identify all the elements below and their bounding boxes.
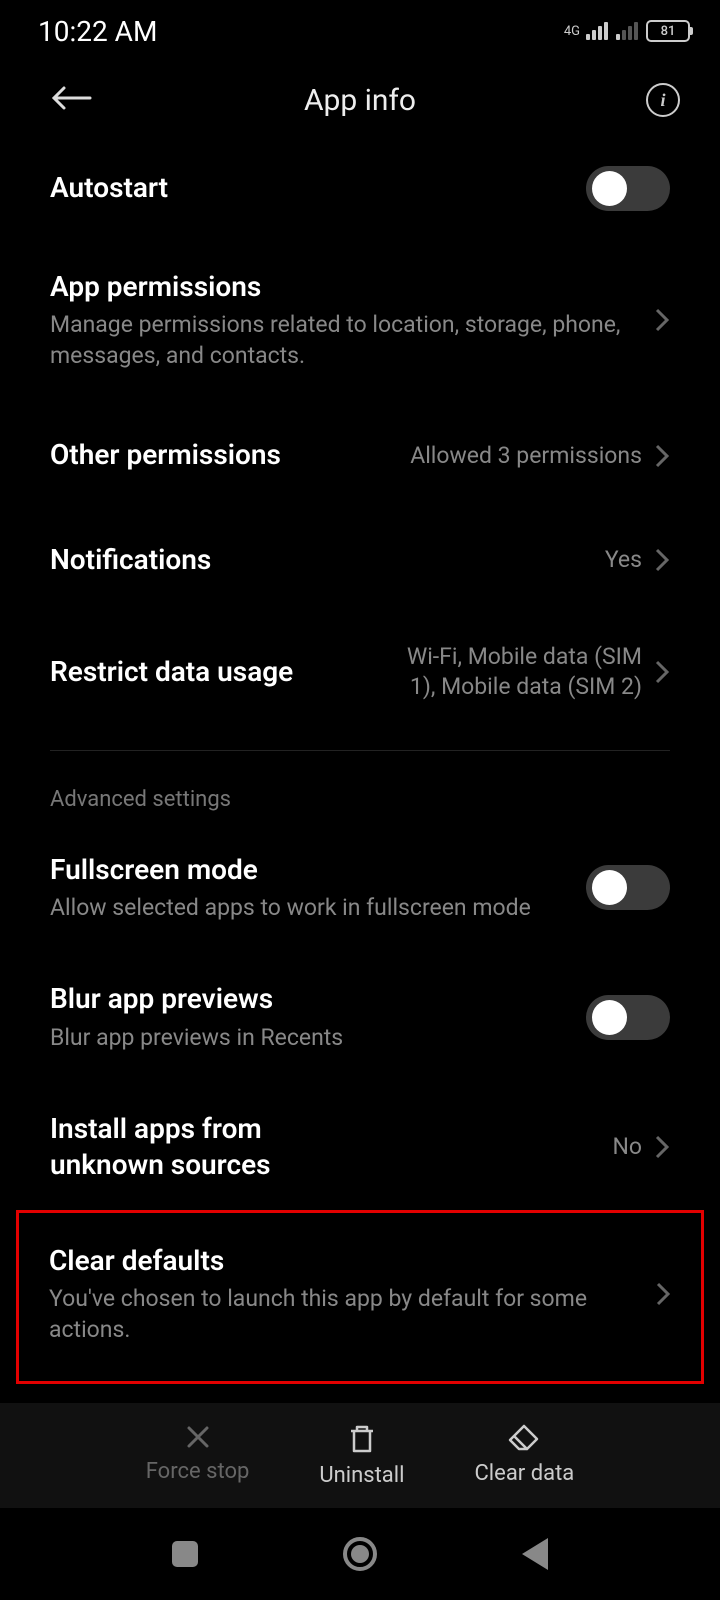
chevron-right-icon <box>655 1280 671 1308</box>
info-icon[interactable] <box>646 83 680 117</box>
nav-back-icon[interactable] <box>522 1538 548 1570</box>
setting-title: Restrict data usage <box>50 654 362 690</box>
trash-icon <box>347 1423 377 1455</box>
setting-install-unknown[interactable]: Install apps from unknown sources No <box>50 1085 670 1210</box>
setting-autostart[interactable]: Autostart <box>50 140 670 237</box>
close-icon <box>184 1423 212 1451</box>
setting-title: Clear defaults <box>49 1243 635 1279</box>
setting-value: Yes <box>605 545 642 575</box>
page-title: App info <box>30 83 690 118</box>
signal-bars-icon <box>616 22 638 40</box>
setting-title: Other permissions <box>50 437 390 473</box>
uninstall-button[interactable]: Uninstall <box>319 1423 404 1488</box>
setting-title: Fullscreen mode <box>50 852 586 888</box>
status-time: 10:22 AM <box>38 15 157 48</box>
signal-bars-icon <box>586 22 608 40</box>
battery-icon: 81 <box>646 20 690 42</box>
setting-title: Autostart <box>50 170 586 206</box>
toggle-switch[interactable] <box>586 166 670 211</box>
back-arrow-icon[interactable] <box>50 84 92 116</box>
setting-value: Allowed 3 permissions <box>410 441 642 471</box>
setting-subtitle: Allow selected apps to work in fullscree… <box>50 892 586 923</box>
network-type-label: 4G <box>564 24 580 39</box>
nav-home-icon[interactable] <box>343 1537 377 1571</box>
force-stop-button[interactable]: Force stop <box>146 1423 250 1488</box>
settings-list: Autostart App permissions Manage permiss… <box>0 140 720 1384</box>
action-label: Uninstall <box>319 1463 404 1488</box>
chevron-right-icon <box>654 658 670 686</box>
navigation-bar <box>0 1508 720 1600</box>
highlight-clear-defaults: Clear defaults You've chosen to launch t… <box>16 1210 704 1384</box>
eraser-icon <box>507 1423 541 1453</box>
setting-clear-defaults[interactable]: Clear defaults You've chosen to launch t… <box>49 1223 671 1365</box>
setting-subtitle: Blur app previews in Recents <box>50 1022 586 1053</box>
clear-data-button[interactable]: Clear data <box>474 1423 574 1488</box>
action-label: Force stop <box>146 1459 250 1484</box>
chevron-right-icon <box>654 1133 670 1161</box>
setting-title: Blur app previews <box>50 981 586 1017</box>
setting-app-permissions[interactable]: App permissions Manage permissions relat… <box>50 237 670 403</box>
setting-subtitle: You've chosen to launch this app by defa… <box>49 1283 635 1345</box>
setting-title: Notifications <box>50 542 585 578</box>
setting-title: App permissions <box>50 269 634 305</box>
status-indicators: 4G 81 <box>564 20 690 42</box>
chevron-right-icon <box>654 546 670 574</box>
header: App info <box>0 60 720 140</box>
nav-recents-icon[interactable] <box>172 1541 198 1567</box>
setting-value: No <box>612 1132 642 1162</box>
chevron-right-icon <box>654 306 670 334</box>
setting-blur-previews[interactable]: Blur app previews Blur app previews in R… <box>50 949 670 1084</box>
setting-restrict-data[interactable]: Restrict data usage Wi-Fi, Mobile data (… <box>50 612 670 732</box>
chevron-right-icon <box>654 442 670 470</box>
setting-other-permissions[interactable]: Other permissions Allowed 3 permissions <box>50 403 670 507</box>
section-header-advanced: Advanced settings <box>50 751 670 826</box>
setting-title: Install apps from unknown sources <box>50 1111 370 1184</box>
toggle-switch[interactable] <box>586 865 670 910</box>
bottom-action-bar: Force stop Uninstall Clear data <box>0 1403 720 1508</box>
setting-value: Wi-Fi, Mobile data (SIM 1), Mobile data … <box>382 642 642 702</box>
status-bar: 10:22 AM 4G 81 <box>0 0 720 60</box>
setting-fullscreen-mode[interactable]: Fullscreen mode Allow selected apps to w… <box>50 826 670 949</box>
setting-subtitle: Manage permissions related to location, … <box>50 309 634 371</box>
toggle-switch[interactable] <box>586 995 670 1040</box>
action-label: Clear data <box>474 1461 574 1486</box>
setting-notifications[interactable]: Notifications Yes <box>50 508 670 612</box>
